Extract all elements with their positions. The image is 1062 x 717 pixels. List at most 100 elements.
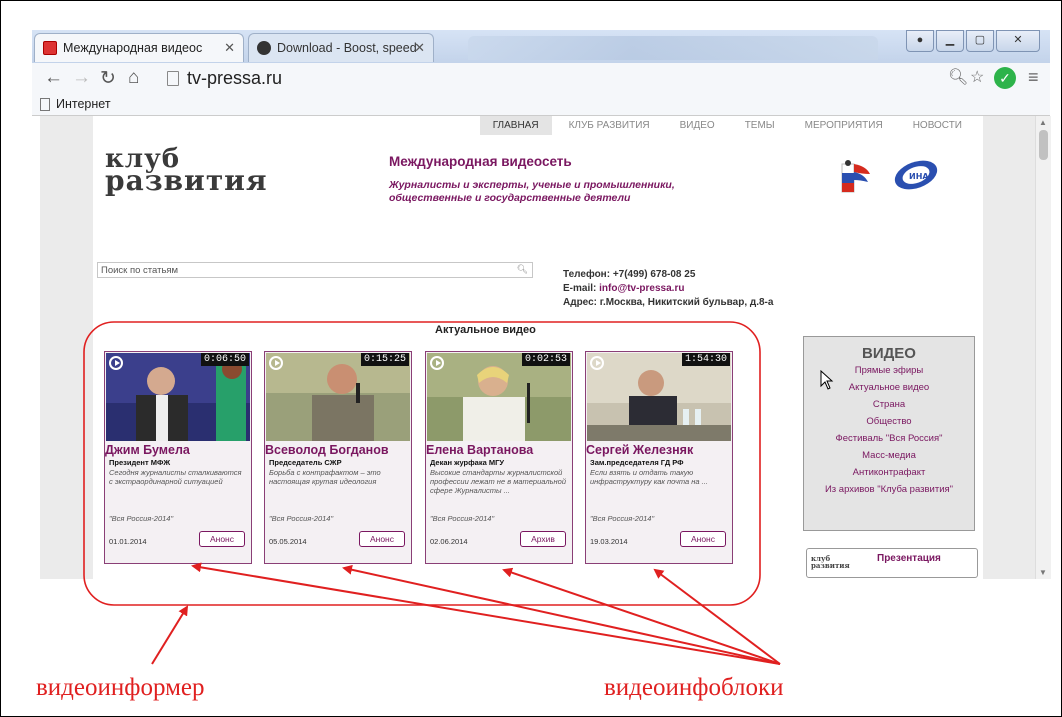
mini-logo-line2: развития xyxy=(811,561,850,570)
tagline-line1: Журналисты и эксперты, ученые и промышле… xyxy=(389,179,675,191)
play-icon[interactable] xyxy=(590,356,604,370)
site-nav: ГЛАВНАЯ КЛУБ РАЗВИТИЯ ВИДЕО ТЕМЫ МЕРОПРИ… xyxy=(476,116,975,135)
close-window-icon[interactable]: ✕ xyxy=(996,30,1040,52)
tab-inactive[interactable]: Download - Boost, speed ✕ xyxy=(248,33,434,62)
nav-video[interactable]: ВИДЕО xyxy=(667,116,728,135)
nav-events[interactable]: МЕРОПРИЯТИЯ xyxy=(792,116,896,135)
close-icon[interactable]: ✕ xyxy=(414,40,425,56)
contacts-block: Телефон: +7(499) 678-08 25 E-mail: info@… xyxy=(563,268,773,310)
zoom-icon[interactable]: 🔍︎ xyxy=(948,67,968,87)
minimize-icon[interactable]: ▁ xyxy=(936,30,964,52)
window-controls: ● ▁ ▢ ✕ xyxy=(906,30,1040,52)
video-card[interactable]: 0:02:53 Елена Вартанова Декан журфака МГ… xyxy=(425,351,573,564)
speaker-name[interactable]: Сергей Железняк xyxy=(586,443,693,457)
page-icon xyxy=(167,70,179,86)
address-bar[interactable]: tv-pressa.ru xyxy=(167,67,997,89)
bookmark-internet[interactable]: Интернет xyxy=(56,97,111,111)
extension-check-icon[interactable]: ✓ xyxy=(994,67,1016,89)
video-description: Борьба с контрафактом – это настоящая кр… xyxy=(269,468,381,486)
email-label: E-mail: xyxy=(563,283,600,294)
presentation-box[interactable]: клуб развития Презентация xyxy=(806,548,978,578)
video-date: 05.05.2014 xyxy=(269,537,307,546)
video-thumbnail[interactable] xyxy=(427,353,571,441)
announce-button[interactable]: Анонс xyxy=(199,531,245,547)
email-link[interactable]: info@tv-pressa.ru xyxy=(599,283,684,294)
contact-address: Адрес: г.Москва, Никитский бульвар, д.8-… xyxy=(563,297,774,308)
tab-title: Международная видеос xyxy=(63,41,203,55)
video-thumbnail[interactable] xyxy=(587,353,731,441)
video-link-country[interactable]: Страна xyxy=(804,396,974,413)
contact-phone: Телефон: +7(499) 678-08 25 xyxy=(563,269,696,280)
video-link-anticounterfeit[interactable]: Антиконтрафакт xyxy=(804,464,974,481)
russian-emblem-icon xyxy=(841,160,870,193)
video-thumbnail[interactable] xyxy=(266,353,410,441)
scroll-up-icon[interactable]: ▲ xyxy=(1039,118,1047,127)
speaker-role: Зам.председателя ГД РФ xyxy=(590,458,684,467)
speaker-role: Председатель СЖР xyxy=(269,458,342,467)
archive-button[interactable]: Архив xyxy=(520,531,566,547)
mouse-cursor-icon xyxy=(820,370,834,390)
bookmarks-bar: Интернет xyxy=(32,93,1050,116)
site-page: ГЛАВНАЯ КЛУБ РАЗВИТИЯ ВИДЕО ТЕМЫ МЕРОПРИ… xyxy=(93,116,983,579)
play-icon[interactable] xyxy=(269,356,283,370)
video-description: Сегодня журналисты сталкиваются с экстра… xyxy=(109,468,242,486)
video-link-archives[interactable]: Из архивов "Клуба развития" xyxy=(804,481,974,498)
video-sidebar-title: ВИДЕО xyxy=(862,345,916,362)
tab-active[interactable]: Международная видеос ✕ xyxy=(34,33,244,62)
video-card[interactable]: 0:15:25 Всеволод Богданов Председатель С… xyxy=(264,351,412,564)
announce-button[interactable]: Анонс xyxy=(359,531,405,547)
scroll-thumb[interactable] xyxy=(1039,130,1048,160)
mini-logo: клуб развития xyxy=(811,555,850,569)
reload-icon[interactable]: ↻ xyxy=(100,67,116,90)
video-source: "Вся Россия-2014" xyxy=(269,514,334,523)
back-icon[interactable]: ← xyxy=(44,67,63,89)
user-icon[interactable]: ● xyxy=(906,30,934,52)
video-card[interactable]: 1:54:30 Сергей Железняк Зам.председателя… xyxy=(585,351,733,564)
video-source: "Вся Россия-2014" xyxy=(430,514,495,523)
maximize-icon[interactable]: ▢ xyxy=(966,30,994,52)
tagline-line2: общественные и государственные деятели xyxy=(389,192,631,204)
dark-circle-icon xyxy=(257,41,271,55)
play-icon[interactable] xyxy=(430,356,444,370)
video-description: Высокие стандарты журналистской професси… xyxy=(430,468,566,495)
blurred-tab xyxy=(468,36,878,60)
nav-home[interactable]: ГЛАВНАЯ xyxy=(479,116,552,135)
nav-topics[interactable]: ТЕМЫ xyxy=(732,116,788,135)
video-thumbnail[interactable] xyxy=(106,353,250,441)
search-input[interactable]: Поиск по статьям 🔍︎ xyxy=(97,262,533,278)
video-link-society[interactable]: Общество xyxy=(804,413,974,430)
menu-icon[interactable]: ≡ xyxy=(1028,67,1039,88)
video-link-festival[interactable]: Фестиваль "Вся Россия" xyxy=(804,430,974,447)
star-icon[interactable]: ☆ xyxy=(970,67,984,87)
close-icon[interactable]: ✕ xyxy=(224,40,235,56)
logo-line2: развития xyxy=(105,164,268,197)
infoblocks-label: видеоинфоблоки xyxy=(604,674,784,701)
search-placeholder: Поиск по статьям xyxy=(101,265,179,276)
search-icon[interactable]: 🔍︎ xyxy=(517,264,528,275)
url-text: tv-pressa.ru xyxy=(187,67,283,88)
organization-logo-icon: ИНАР xyxy=(894,160,938,190)
nav-news[interactable]: НОВОСТИ xyxy=(900,116,975,135)
video-card[interactable]: 0:06:50 Джим Бумела Президент МФЖ Сегодн… xyxy=(104,351,252,564)
announce-button[interactable]: Анонс xyxy=(680,531,726,547)
video-link-mass-media[interactable]: Масс-медиа xyxy=(804,447,974,464)
forward-icon[interactable]: → xyxy=(72,67,91,89)
presentation-label: Презентация xyxy=(877,553,941,564)
site-logo[interactable]: клуб развития xyxy=(105,146,268,197)
browser-toolbar: ← → ↻ ⌂ tv-pressa.ru 🔍︎ ☆ ≡ xyxy=(32,63,1050,93)
speaker-name[interactable]: Всеволод Богданов xyxy=(265,443,389,457)
nav-club[interactable]: КЛУБ РАЗВИТИЯ xyxy=(556,116,663,135)
site-title: Международная видеосеть xyxy=(389,154,572,169)
speaker-name[interactable]: Елена Вартанова xyxy=(426,443,533,457)
video-duration: 0:02:53 xyxy=(521,353,570,366)
informer-title: Актуальное видео xyxy=(435,324,536,336)
play-icon[interactable] xyxy=(109,356,123,370)
contact-email-row: E-mail: info@tv-pressa.ru xyxy=(563,282,773,296)
scroll-down-icon[interactable]: ▼ xyxy=(1039,568,1047,577)
video-date: 02.06.2014 xyxy=(430,537,468,546)
page-scrollbar[interactable]: ▲ ▼ xyxy=(1035,116,1051,579)
site-tagline: Журналисты и эксперты, ученые и промышле… xyxy=(389,179,749,205)
home-icon[interactable]: ⌂ xyxy=(128,67,139,89)
page-viewport: ГЛАВНАЯ КЛУБ РАЗВИТИЯ ВИДЕО ТЕМЫ МЕРОПРИ… xyxy=(40,116,1035,579)
speaker-name[interactable]: Джим Бумела xyxy=(105,443,190,457)
